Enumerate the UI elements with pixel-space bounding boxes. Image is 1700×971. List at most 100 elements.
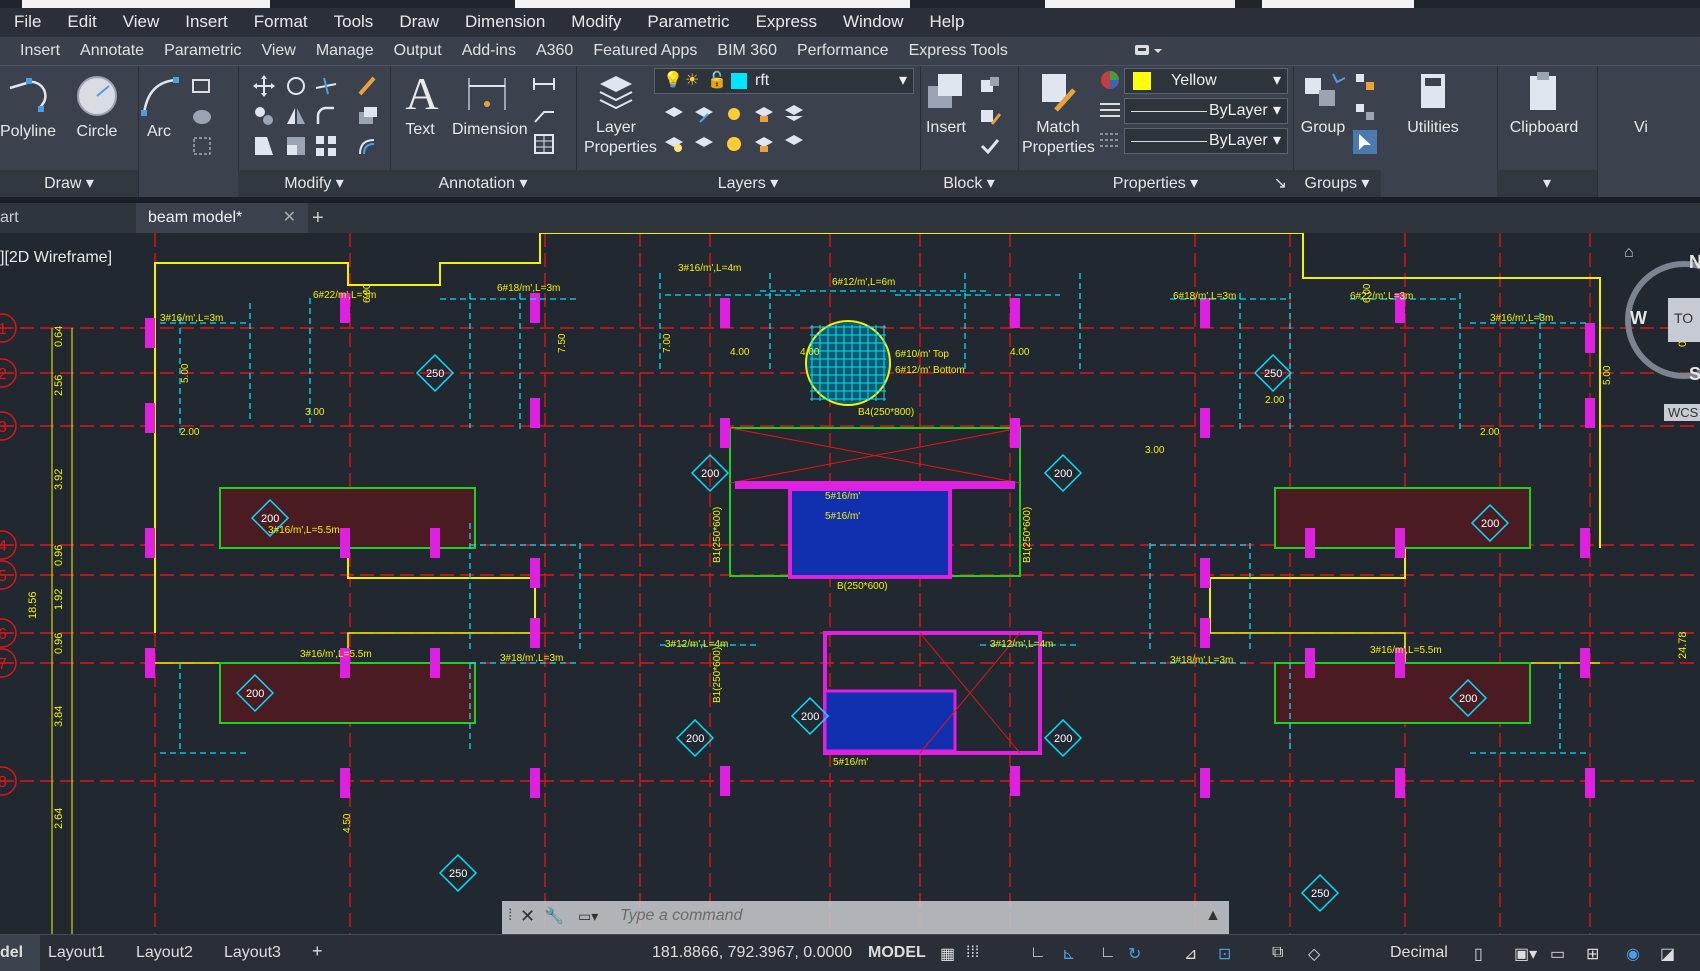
lineweight-dropdown[interactable]: ByLayer ▾ [1124,98,1288,124]
tab-bim360[interactable]: BIM 360 [717,42,777,60]
isodraft-icon[interactable]: ∟ [1100,944,1116,962]
polyline-button[interactable]: Polyline [0,74,58,142]
customization-icon[interactable]: ◪ [1660,944,1675,964]
text-button[interactable]: A Text [400,71,440,140]
ortho-icon[interactable]: ∟ [1030,944,1046,962]
trim-icon[interactable] [314,74,338,98]
tab-express-tools[interactable]: Express Tools [909,42,1008,60]
close-icon[interactable]: ✕ [283,203,296,233]
drag-handle-icon[interactable]: ⁞ [508,907,512,925]
group-button[interactable]: Group [1299,70,1347,138]
viewcube[interactable]: N W S TO WCS [1612,244,1700,434]
menu-draw[interactable]: Draw [385,12,439,32]
arc-button[interactable]: Arc [138,74,180,142]
circle-button[interactable]: Circle [70,74,124,142]
menu-tools[interactable]: Tools [320,12,374,32]
lineweight-toggle-icon[interactable]: ⊿ [1184,944,1197,964]
leader-icon[interactable] [532,102,556,126]
mirror-icon[interactable] [284,104,308,128]
start-tab[interactable]: art [0,203,132,233]
annotation-monitor-icon[interactable]: ▭ [1550,944,1565,964]
tab-annotate[interactable]: Annotate [80,42,144,60]
explode-icon[interactable] [356,104,380,128]
modify-panel-title[interactable]: Modify ▾ [238,170,390,197]
layer-dropdown[interactable]: 💡 ☀ 🔓 rft ▾ [654,68,914,94]
snap-icon[interactable]: ⁞⁞⁞ [966,944,979,962]
color-dropdown[interactable]: Yellow ▾ [1124,68,1288,94]
coordinate-readout[interactable]: 181.8866, 792.3967, 0.0000 [652,944,852,962]
grid-icon[interactable]: ▦ [940,944,955,964]
layout2-tab[interactable]: Layout2 [136,944,193,962]
group-edit-icon[interactable] [1353,100,1377,124]
scale-icon[interactable] [284,134,308,158]
3d-osnap-icon[interactable]: ◇ [1308,944,1320,964]
model-layout-tab[interactable]: del [0,935,40,971]
layer-tool-1-icon[interactable] [662,102,686,126]
tab-manage[interactable]: Manage [316,42,374,60]
close-icon[interactable]: ✕ [520,906,535,927]
home-icon[interactable]: ⌂ [1624,244,1634,262]
match-properties-button[interactable]: Match Properties [1022,70,1095,158]
fillet-icon[interactable] [314,104,338,128]
selection-cycling-icon[interactable]: ⧉ [1272,944,1283,962]
menu-format[interactable]: Format [240,12,308,32]
clean-screen-icon[interactable]: ▣▾ [1514,944,1537,964]
menu-dimension[interactable]: Dimension [451,12,545,32]
compass-n[interactable]: N [1689,252,1700,273]
tab-insert[interactable]: Insert [20,42,60,60]
groups-panel-title[interactable]: Groups ▾ [1293,170,1381,197]
chevron-up-icon[interactable]: ▲ [1205,907,1221,925]
menu-express[interactable]: Express [742,12,817,32]
clipboard-panel-title[interactable]: ▾ [1497,170,1597,197]
tab-performance[interactable]: Performance [797,42,889,60]
compass-w[interactable]: W [1630,308,1647,329]
menu-edit[interactable]: Edit [53,12,96,32]
command-input[interactable]: Type a command [620,907,742,925]
region-icon[interactable] [190,134,214,158]
utilities-button[interactable]: Utilities [1393,70,1473,138]
layer-tool-9-icon[interactable] [752,132,776,156]
quick-properties-icon[interactable]: ▯ [1474,944,1483,964]
layer-tool-5-icon[interactable] [782,102,806,126]
layer-tool-6-icon[interactable] [662,132,686,156]
prompt-icon[interactable]: ▭▾ [578,908,598,925]
group-select-icon[interactable] [1353,130,1377,154]
menu-file[interactable]: File [0,12,41,32]
menu-parametric[interactable]: Parametric [633,12,729,32]
tab-featured-apps[interactable]: Featured Apps [593,42,697,60]
layout3-tab[interactable]: Layout3 [224,944,281,962]
viewport-label[interactable]: ][2D Wireframe] [0,249,112,267]
block-panel-title[interactable]: Block ▾ [920,170,1018,197]
edit-block-icon[interactable] [978,104,1002,128]
menu-help[interactable]: Help [915,12,964,32]
viewcube-top[interactable]: TO [1674,310,1693,326]
clipboard-button[interactable]: Clipboard [1497,70,1591,138]
add-layout-button[interactable]: + [312,941,323,962]
layout1-tab[interactable]: Layout1 [48,944,105,962]
tab-parametric[interactable]: Parametric [164,42,241,60]
block-attribute-icon[interactable] [978,134,1002,158]
layer-tool-8-icon[interactable] [722,132,746,156]
tab-add-ins[interactable]: Add-ins [462,42,516,60]
wcs-menu[interactable]: WCS [1664,404,1700,421]
osnap-icon[interactable]: ⊡ [1218,944,1231,964]
insert-block-button[interactable]: Insert [922,70,970,138]
layer-properties-button[interactable]: Layer Properties [584,70,657,158]
layer-tool-10-icon[interactable] [782,132,806,156]
linetype-dropdown[interactable]: ByLayer ▾ [1124,128,1288,154]
isolate-icon[interactable]: ⊞ [1586,944,1599,964]
layer-tool-4-icon[interactable] [752,102,776,126]
wrench-icon[interactable]: 🔧 [544,906,564,926]
tab-view[interactable]: View [261,42,295,60]
copy-icon[interactable] [252,104,276,128]
tab-a360[interactable]: A360 [536,42,573,60]
units-dropdown[interactable]: Decimal [1390,944,1448,962]
workspace-switch-icon[interactable] [1132,41,1166,59]
tab-output[interactable]: Output [394,42,442,60]
rectangle-icon[interactable] [190,74,214,98]
layer-tool-3-icon[interactable] [722,102,746,126]
properties-panel-title[interactable]: Properties ▾ ↘ [1018,170,1293,197]
menu-insert[interactable]: Insert [171,12,228,32]
object-snap-tracking-icon[interactable]: ↻ [1128,944,1141,964]
linear-dim-icon[interactable] [532,72,556,96]
